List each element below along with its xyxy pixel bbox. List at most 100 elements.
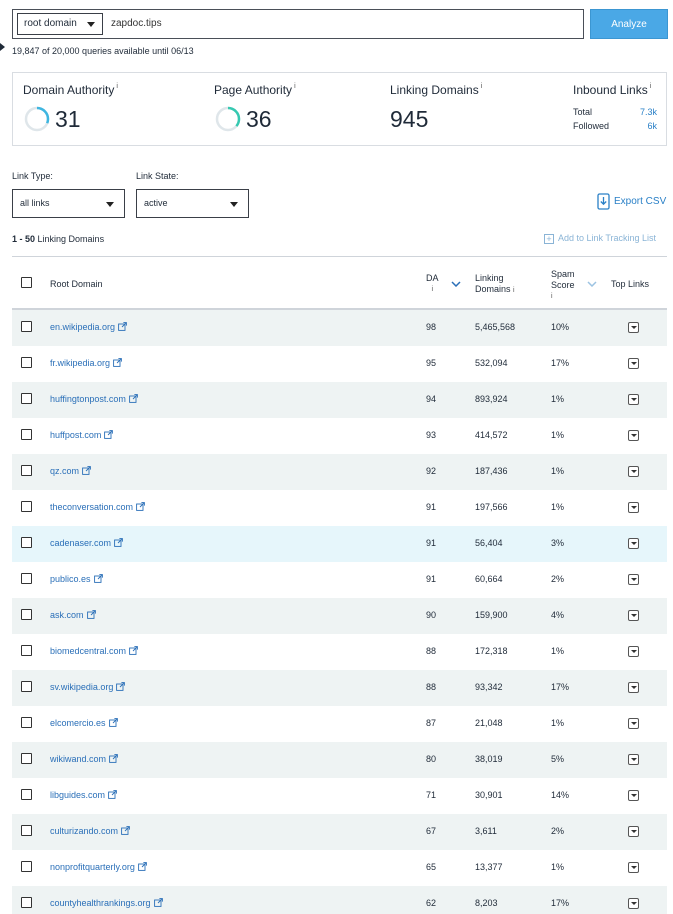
page-authority-value: 36 [246, 106, 272, 132]
external-link-icon[interactable] [129, 646, 138, 655]
linking-domains-value: 187,436 [475, 466, 508, 476]
top-links-expand-button[interactable] [628, 682, 639, 693]
root-domain-link[interactable]: fr.wikipedia.org [50, 358, 122, 368]
row-checkbox[interactable] [21, 573, 32, 584]
root-domain-link[interactable]: elcomercio.es [50, 718, 118, 728]
top-links-expand-button[interactable] [628, 862, 639, 873]
sort-descending-icon[interactable] [451, 281, 461, 287]
root-domain-link[interactable]: libguides.com [50, 790, 117, 800]
info-icon[interactable]: i [650, 83, 652, 90]
root-domain-link[interactable]: ask.com [50, 610, 96, 620]
root-domain-link[interactable]: theconversation.com [50, 502, 145, 512]
root-domain-link[interactable]: qz.com [50, 466, 91, 476]
search-input[interactable]: zapdoc.tips [111, 10, 162, 38]
header-da[interactable]: DA i [426, 273, 439, 295]
external-link-icon[interactable] [121, 826, 130, 835]
root-domain-link[interactable]: huffpost.com [50, 430, 114, 440]
header-root-domain[interactable]: Root Domain [50, 279, 103, 290]
top-links-expand-button[interactable] [628, 322, 639, 333]
top-links-expand-button[interactable] [628, 358, 639, 369]
top-links-expand-button[interactable] [628, 754, 639, 765]
row-checkbox[interactable] [21, 825, 32, 836]
row-checkbox[interactable] [21, 609, 32, 620]
top-links-expand-button[interactable] [628, 790, 639, 801]
info-icon[interactable]: i [116, 83, 118, 90]
table-row: en.wikipedia.org 98 5,465,568 10% [12, 310, 667, 346]
root-domain-link[interactable]: publico.es [50, 574, 103, 584]
external-link-icon[interactable] [109, 754, 118, 763]
add-to-tracking-list-button[interactable]: + Add to Link Tracking List [544, 233, 656, 244]
external-link-icon[interactable] [116, 682, 126, 691]
spam-score-value: 1% [551, 646, 565, 656]
external-link-icon[interactable] [118, 322, 127, 331]
info-icon[interactable]: i [426, 284, 439, 295]
top-links-expand-button[interactable] [628, 430, 639, 441]
link-type-select[interactable]: all links [12, 189, 125, 218]
external-link-icon[interactable] [104, 430, 114, 439]
link-state-select[interactable]: active [136, 189, 249, 218]
external-link-icon[interactable] [138, 862, 147, 871]
row-checkbox[interactable] [21, 537, 32, 548]
external-link-icon[interactable] [136, 502, 145, 511]
inbound-total-value[interactable]: 7.3k [640, 107, 657, 117]
row-checkbox[interactable] [21, 861, 32, 872]
top-links-expand-button[interactable] [628, 718, 639, 729]
external-link-icon[interactable] [153, 898, 163, 907]
root-domain-link[interactable]: culturizando.com [50, 826, 130, 836]
info-icon[interactable]: i [513, 287, 515, 294]
top-links-expand-button[interactable] [628, 538, 639, 549]
row-checkbox[interactable] [21, 357, 32, 368]
row-checkbox[interactable] [21, 465, 32, 476]
info-icon[interactable]: i [551, 291, 575, 302]
row-checkbox[interactable] [21, 717, 32, 728]
info-icon[interactable]: i [294, 83, 296, 90]
top-links-expand-button[interactable] [628, 574, 639, 585]
root-domain-link[interactable]: countyhealthrankings.org [50, 898, 163, 908]
external-link-icon[interactable] [114, 538, 123, 547]
analyze-button[interactable]: Analyze [590, 9, 668, 39]
external-link-icon[interactable] [82, 466, 91, 475]
top-links-expand-button[interactable] [628, 466, 639, 477]
header-spam-score[interactable]: Spam Score i [551, 269, 575, 302]
sort-chevron-icon[interactable] [587, 281, 597, 287]
select-all-checkbox[interactable] [21, 277, 32, 288]
root-domain-link[interactable]: huffingtonpost.com [50, 394, 138, 404]
caret-right-icon [0, 43, 5, 51]
root-domain-link[interactable]: en.wikipedia.org [50, 322, 127, 332]
inbound-followed-value[interactable]: 6k [647, 121, 657, 131]
row-checkbox[interactable] [21, 681, 32, 692]
root-domain-link[interactable]: nonprofitquarterly.org [50, 862, 147, 872]
row-checkbox[interactable] [21, 645, 32, 656]
row-checkbox[interactable] [21, 393, 32, 404]
search-box[interactable]: root domain zapdoc.tips [12, 9, 584, 39]
table-row: libguides.com 71 30,901 14% [12, 778, 667, 814]
root-domain-link[interactable]: cadenaser.com [50, 538, 123, 548]
scope-select[interactable]: root domain [17, 13, 103, 35]
top-links-expand-button[interactable] [628, 826, 639, 837]
root-domain-link[interactable]: biomedcentral.com [50, 646, 138, 656]
export-csv-button[interactable]: Export CSV [597, 193, 666, 211]
external-link-icon[interactable] [86, 610, 96, 619]
row-checkbox[interactable] [21, 429, 32, 440]
top-links-expand-button[interactable] [628, 646, 639, 657]
row-checkbox[interactable] [21, 321, 32, 332]
top-links-expand-button[interactable] [628, 394, 639, 405]
root-domain-link[interactable]: sv.wikipedia.org [50, 682, 126, 692]
top-links-expand-button[interactable] [628, 502, 639, 513]
row-checkbox[interactable] [21, 501, 32, 512]
top-links-expand-button[interactable] [628, 898, 639, 909]
top-links-expand-button[interactable] [628, 610, 639, 621]
root-domain-text: en.wikipedia.org [50, 322, 116, 332]
info-icon[interactable]: i [481, 83, 483, 90]
row-checkbox[interactable] [21, 753, 32, 764]
external-link-icon[interactable] [108, 718, 118, 727]
external-link-icon[interactable] [129, 394, 138, 403]
row-checkbox[interactable] [21, 789, 32, 800]
external-link-icon[interactable] [108, 790, 117, 799]
link-type-value: all links [20, 198, 50, 208]
external-link-icon[interactable] [93, 574, 103, 583]
root-domain-link[interactable]: wikiwand.com [50, 754, 118, 764]
row-checkbox[interactable] [21, 897, 32, 908]
external-link-icon[interactable] [113, 358, 122, 367]
header-linking-domains[interactable]: Linking Domains i [475, 273, 515, 296]
